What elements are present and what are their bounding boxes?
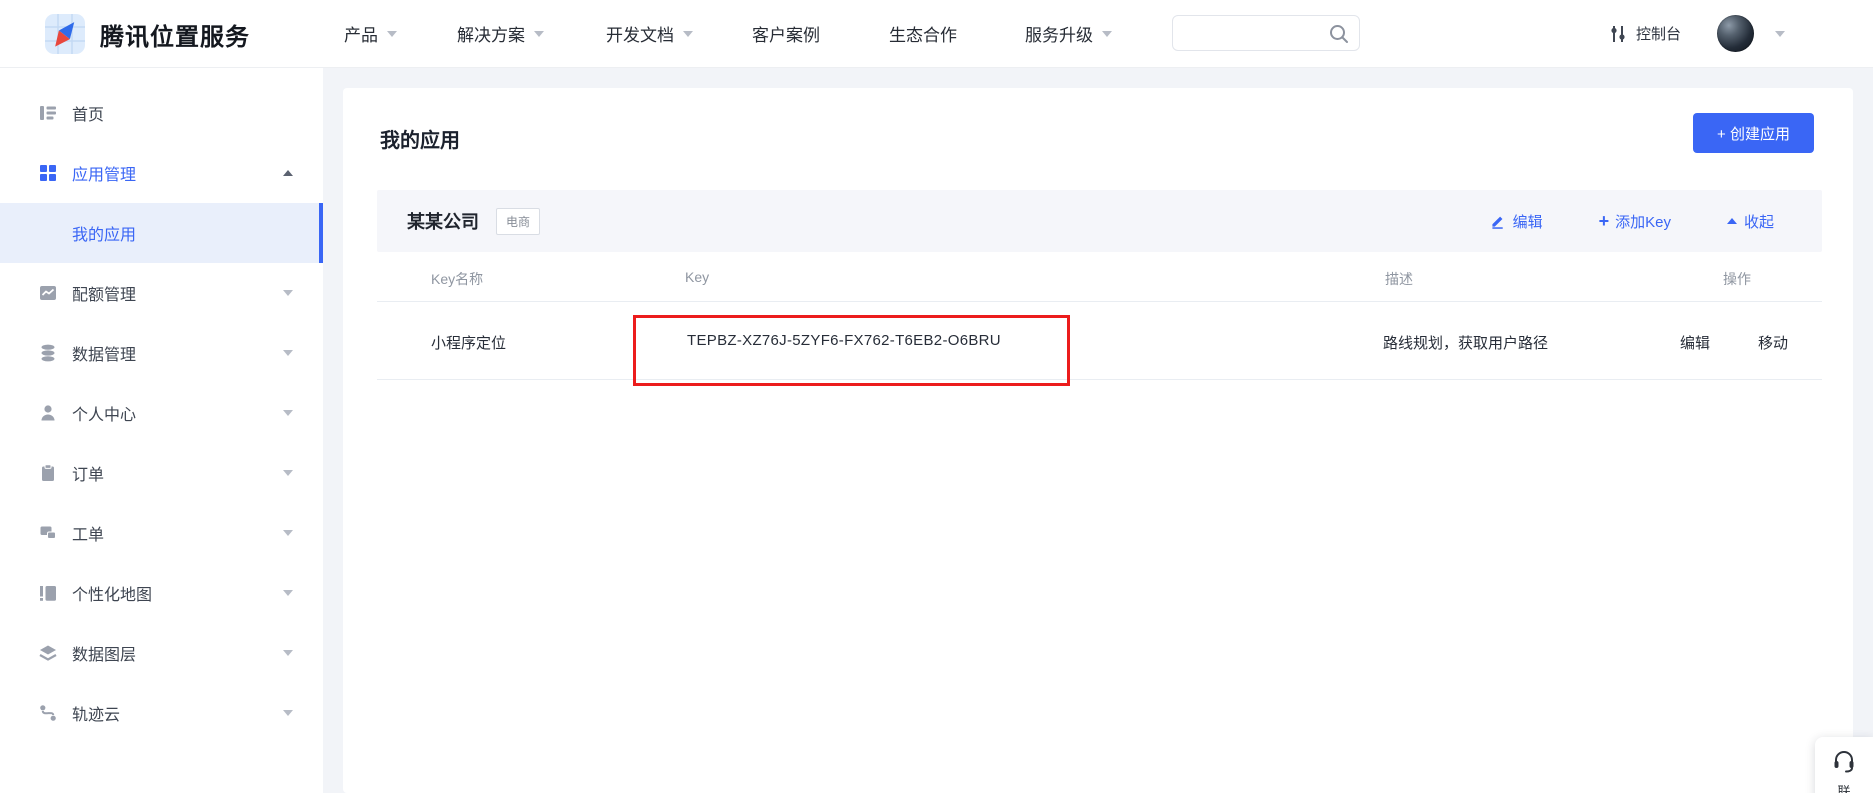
app-card-header: 某某公司 电商 编辑 + 添加Key — [377, 190, 1822, 252]
sidebar-item-home[interactable]: 首页 — [0, 83, 323, 143]
list-icon — [38, 103, 58, 123]
create-app-button[interactable]: + 创建应用 — [1693, 113, 1814, 153]
chevron-down-icon — [283, 590, 293, 596]
sidebar-item-data-management[interactable]: 数据管理 — [0, 323, 323, 383]
key-description-cell: 路线规划，获取用户路径 — [1383, 332, 1548, 353]
nav-search — [1172, 15, 1360, 51]
company-name: 某某公司 — [407, 208, 479, 234]
database-icon — [38, 343, 58, 363]
chevron-down-icon — [283, 650, 293, 656]
add-key-button[interactable]: + 添加Key — [1599, 211, 1671, 232]
chevron-down-icon — [283, 710, 293, 716]
user-menu-caret-icon[interactable] — [1775, 31, 1785, 37]
sliders-icon — [1608, 24, 1628, 44]
page-title: 我的应用 — [380, 124, 460, 153]
sidebar-item-app-management[interactable]: 应用管理 — [0, 143, 323, 203]
content-panel: 我的应用 + 创建应用 某某公司 电商 编辑 + 添加Key — [343, 88, 1853, 793]
chevron-down-icon — [283, 530, 293, 536]
nav-item-service-upgrade[interactable]: 服务升级 — [1025, 0, 1112, 67]
layers-icon — [38, 643, 58, 663]
card-actions: 编辑 + 添加Key 收起 — [1491, 211, 1774, 232]
chart-icon — [38, 283, 58, 303]
console-link[interactable]: 控制台 — [1608, 0, 1681, 67]
nav-item-products[interactable]: 产品 — [344, 0, 397, 67]
app-card: 某某公司 电商 编辑 + 添加Key — [377, 190, 1822, 380]
user-avatar[interactable] — [1717, 15, 1754, 52]
key-name-cell: 小程序定位 — [431, 332, 506, 353]
sidebar-item-custom-map[interactable]: 个性化地图 — [0, 563, 323, 623]
collapse-button[interactable]: 收起 — [1727, 211, 1774, 232]
chevron-up-icon — [283, 170, 293, 176]
brand-logo[interactable]: 腾讯位置服务 — [44, 13, 250, 55]
sidebar-item-orders[interactable]: 订单 — [0, 443, 323, 503]
plus-icon: + — [1599, 214, 1610, 228]
row-move-link-disabled[interactable]: 移动 — [1758, 332, 1788, 353]
console-label: 控制台 — [1636, 23, 1681, 44]
support-label: 联 — [1815, 781, 1873, 793]
sidebar-item-my-apps[interactable]: 我的应用 — [0, 203, 323, 263]
compass-logo-icon — [44, 13, 86, 55]
company-tag-badge: 电商 — [496, 208, 540, 235]
key-value-cell: TEPBZ-XZ76J-5ZYF6-FX762-T6EB2-O6BRU — [687, 332, 1001, 349]
sidebar-item-track-cloud[interactable]: 轨迹云 — [0, 683, 323, 743]
col-header-description: 描述 — [1385, 269, 1413, 289]
chevron-down-icon — [283, 410, 293, 416]
sidebar-item-tickets[interactable]: 工单 — [0, 503, 323, 563]
nav-item-docs[interactable]: 开发文档 — [606, 0, 693, 67]
col-header-operation: 操作 — [1723, 269, 1751, 289]
sidebar-item-personal-center[interactable]: 个人中心 — [0, 383, 323, 443]
chevron-down-icon — [387, 31, 397, 37]
chevron-down-icon — [283, 470, 293, 476]
pencil-icon — [1491, 213, 1506, 229]
col-header-key-name: Key名称 — [431, 269, 483, 289]
nav-item-customer-cases[interactable]: 客户案例 — [752, 0, 820, 67]
key-table-header: Key名称 Key 描述 操作 — [377, 252, 1822, 302]
row-edit-link[interactable]: 编辑 — [1680, 332, 1710, 353]
route-icon — [38, 703, 58, 723]
sidebar-item-data-layers[interactable]: 数据图层 — [0, 623, 323, 683]
sidebar: 首页 应用管理 我的应用 配额管理 数据管理 — [0, 68, 323, 793]
chevron-down-icon — [283, 350, 293, 356]
sidebar-item-quota-management[interactable]: 配额管理 — [0, 263, 323, 323]
chevron-down-icon — [534, 31, 544, 37]
triangle-up-icon — [1727, 218, 1737, 224]
headset-icon — [1831, 747, 1857, 773]
search-input[interactable] — [1185, 17, 1325, 49]
map-icon — [38, 583, 58, 603]
chevron-down-icon — [683, 31, 693, 37]
grid-icon — [38, 163, 58, 183]
search-icon[interactable] — [1328, 23, 1350, 45]
support-widget[interactable]: 联 — [1815, 737, 1873, 793]
brand-logo-text: 腾讯位置服务 — [100, 17, 250, 52]
top-navbar: 腾讯位置服务 产品 解决方案 开发文档 客户案例 生态合作 服务升级 控制台 — [0, 0, 1873, 68]
nav-item-ecosystem[interactable]: 生态合作 — [889, 0, 957, 67]
edit-app-button[interactable]: 编辑 — [1491, 211, 1543, 232]
chat-icon — [38, 523, 58, 543]
user-icon — [38, 403, 58, 423]
clipboard-icon — [38, 463, 58, 483]
col-header-key: Key — [685, 269, 709, 285]
nav-item-solutions[interactable]: 解决方案 — [457, 0, 544, 67]
key-table-row: 小程序定位 TEPBZ-XZ76J-5ZYF6-FX762-T6EB2-O6BR… — [377, 302, 1822, 380]
chevron-down-icon — [1102, 31, 1112, 37]
chevron-down-icon — [283, 290, 293, 296]
